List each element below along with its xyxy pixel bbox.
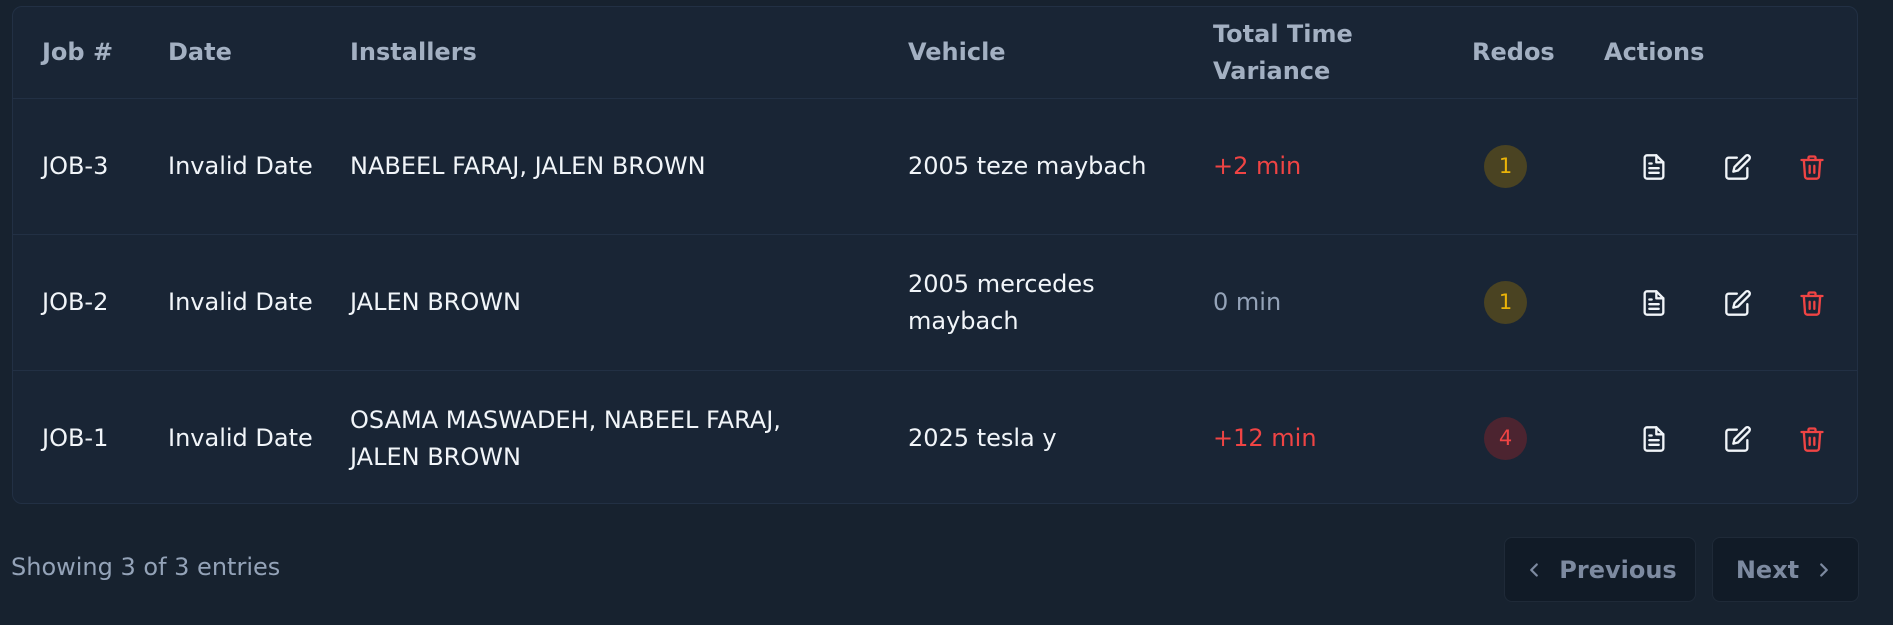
job-date: Invalid Date [168,152,313,180]
next-label: Next [1735,555,1800,584]
chevron-left-icon [1530,562,1539,577]
header-installers: Installers [350,38,477,66]
job-vehicle: 2025 tesla y [908,424,1057,452]
header-vehicle: Vehicle [908,38,1006,66]
delete-button[interactable] [1792,283,1832,323]
previous-label: Previous [1559,555,1677,584]
header-actions: Actions [1604,38,1705,66]
row-actions [1604,99,1834,234]
job-variance: 0 min [1213,288,1282,316]
trash-icon [1800,426,1824,452]
next-button[interactable]: Next [1712,537,1859,602]
document-icon [1643,289,1665,316]
row-actions [1604,371,1834,503]
job-number: JOB-2 [42,288,109,316]
header-variance: Total Time Variance [1213,19,1353,85]
edit-button[interactable] [1718,147,1758,187]
trash-icon [1800,154,1824,180]
table-row: JOB-1 Invalid Date OSAMA MASWADEH, NABEE… [13,371,1857,503]
delete-button[interactable] [1792,419,1832,459]
job-variance: +12 min [1213,424,1317,452]
view-button[interactable] [1634,283,1674,323]
job-number: JOB-3 [42,152,109,180]
header-date: Date [168,38,232,66]
document-icon [1643,153,1665,180]
redo-count-badge: 1 [1484,145,1527,188]
redo-count-badge: 4 [1484,417,1527,460]
entries-summary: Showing 3 of 3 entries [11,553,281,581]
chevron-right-icon [1820,562,1829,577]
job-date: Invalid Date [168,288,313,316]
edit-button[interactable] [1718,283,1758,323]
previous-button[interactable]: Previous [1504,537,1696,602]
edit-icon [1725,153,1751,180]
trash-icon [1800,290,1824,316]
job-installers: JALEN BROWN [350,288,521,316]
row-actions [1604,235,1834,370]
header-job: Job # [42,38,114,66]
job-date: Invalid Date [168,424,313,452]
job-variance: +2 min [1213,152,1302,180]
table-row: JOB-3 Invalid Date NABEEL FARAJ, JALEN B… [13,99,1857,235]
job-number: JOB-1 [42,424,109,452]
edit-icon [1725,289,1751,316]
job-installers: NABEEL FARAJ, JALEN BROWN [350,152,706,180]
jobs-table: Job # Date Installers Vehicle Total Time… [12,6,1858,504]
table-row: JOB-2 Invalid Date JALEN BROWN 2005 merc… [13,235,1857,371]
edit-icon [1725,425,1751,452]
document-icon [1643,425,1665,452]
job-vehicle: 2005 mercedes maybach [908,269,1095,335]
table-header: Job # Date Installers Vehicle Total Time… [13,7,1857,99]
job-installers: OSAMA MASWADEH, NABEEL FARAJ, JALEN BROW… [350,405,781,471]
view-button[interactable] [1634,419,1674,459]
delete-button[interactable] [1792,147,1832,187]
redo-count-badge: 1 [1484,281,1527,324]
view-button[interactable] [1634,147,1674,187]
job-vehicle: 2005 teze maybach [908,152,1147,180]
header-redos: Redos [1472,38,1555,66]
edit-button[interactable] [1718,419,1758,459]
